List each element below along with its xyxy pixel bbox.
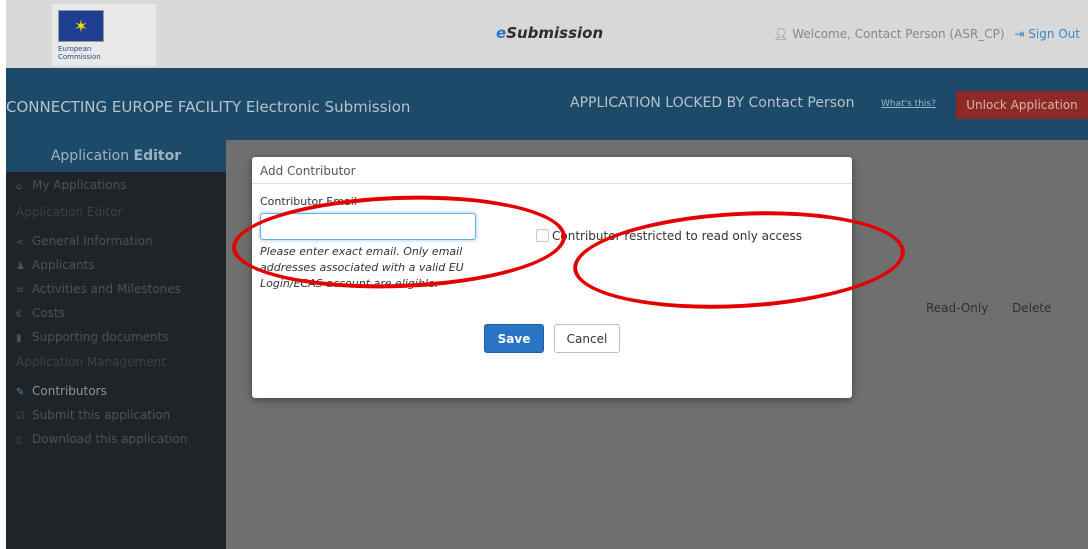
- contributor-email-input[interactable]: [260, 213, 476, 240]
- sidebar-item-contributors[interactable]: ✎ Contributors: [16, 384, 107, 398]
- email-label: Contributor Email: [260, 195, 357, 208]
- european-commission-logo[interactable]: ✶ European Commission: [52, 4, 156, 66]
- top-header: ✶ European Commission eSubmission 👤︎ Wel…: [6, 0, 1088, 68]
- sidebar-item-costs[interactable]: € Costs: [16, 306, 65, 320]
- unlock-application-button[interactable]: Unlock Application: [956, 91, 1088, 119]
- modal-title: Add Contributor: [260, 164, 356, 178]
- share-icon: <: [16, 237, 25, 248]
- contributors-table-header: Read-Only Delete: [916, 293, 1064, 323]
- section-application-management: Application Management: [16, 355, 166, 369]
- sign-out-icon: ⇥: [1014, 27, 1029, 41]
- sidebar-item-my-applications[interactable]: ⌂ My Applications: [16, 178, 127, 192]
- modal-divider: [252, 183, 852, 184]
- sign-out-link[interactable]: ⇥ Sign Out: [1014, 27, 1080, 41]
- column-read-only: Read-Only: [926, 301, 989, 315]
- sidebar-item-activities[interactable]: ≡ Activities and Milestones: [16, 282, 181, 296]
- pencil-icon: ✎: [16, 387, 25, 398]
- sidebar-item-general-information[interactable]: < General Information: [16, 234, 153, 248]
- home-icon: ⌂: [16, 181, 23, 192]
- users-icon: ♟: [16, 261, 25, 272]
- sidebar-item-supporting-documents[interactable]: ▮ Supporting documents: [16, 330, 169, 344]
- eu-flag-icon: ✶: [58, 10, 104, 42]
- file-icon: ▯: [16, 435, 22, 446]
- list-icon: ≡: [16, 285, 25, 296]
- column-delete: Delete: [1012, 301, 1052, 315]
- sidebar-heading: Application Editor: [6, 140, 226, 172]
- lock-status: APPLICATION LOCKED BY Contact Person: [570, 95, 855, 111]
- project-title: CONNECTING EUROPE FACILITY Electronic Su…: [6, 98, 411, 116]
- euro-icon: €: [16, 309, 23, 320]
- read-only-checkbox[interactable]: [536, 229, 549, 242]
- read-only-label[interactable]: Contributor restricted to read only acce…: [552, 229, 802, 243]
- welcome-text: Welcome, Contact Person (ASR_CP): [792, 27, 1005, 41]
- document-icon: ▮: [16, 333, 22, 344]
- logo-text: European Commission: [58, 45, 101, 61]
- cancel-button[interactable]: Cancel: [554, 324, 620, 353]
- sidebar: Application Editor ⌂ My Applications Appl…: [6, 140, 226, 549]
- user-icon: 👤︎: [773, 27, 789, 41]
- project-banner: CONNECTING EUROPE FACILITY Electronic Su…: [6, 68, 1088, 140]
- add-contributor-modal: Add Contributor Contributor Email Please…: [252, 157, 852, 398]
- user-bar: 👤︎ Welcome, Contact Person (ASR_CP) ⇥ Si…: [773, 27, 1080, 41]
- sidebar-item-applicants[interactable]: ♟ Applicants: [16, 258, 95, 272]
- section-application-editor: Application Editor: [16, 205, 123, 219]
- whats-this-link[interactable]: What's this?: [881, 99, 936, 109]
- sidebar-item-submit[interactable]: ☑ Submit this application: [16, 408, 170, 422]
- app-title: eSubmission: [496, 24, 604, 42]
- checkbox-icon: ☑: [16, 411, 25, 422]
- save-button[interactable]: Save: [484, 324, 544, 353]
- email-help-text: Please enter exact email. Only email add…: [260, 245, 464, 290]
- sidebar-item-download[interactable]: ▯ Download this application: [16, 432, 187, 446]
